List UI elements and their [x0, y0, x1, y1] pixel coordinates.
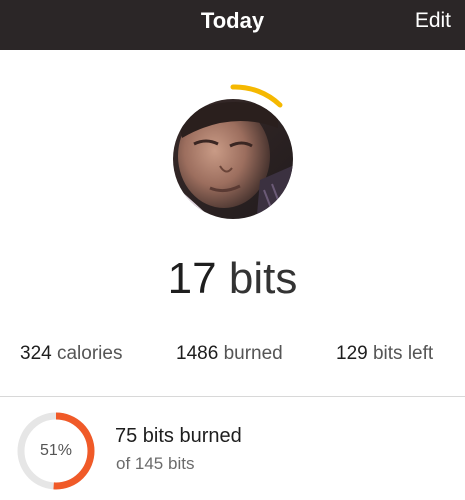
progress-ring: 51%: [15, 410, 97, 492]
bits-total: 17 bits: [0, 254, 465, 304]
stat-calories: 324 calories: [20, 341, 122, 367]
profile-avatar[interactable]: [160, 80, 306, 226]
burned-label: burned: [223, 343, 283, 364]
stats-row: 324 calories 1486 burned 129 bits left: [0, 341, 465, 367]
burn-progress-row[interactable]: 51% 75 bits burned of 145 bits: [0, 397, 465, 500]
stat-bits-left: 129 bits left: [336, 341, 433, 367]
bits-value: 17: [167, 254, 217, 303]
progress-percent: 51%: [39, 442, 73, 459]
burned-value: 1486: [176, 343, 219, 364]
burn-subtitle: of 145 bits: [116, 454, 195, 473]
stat-burned: 1486 burned: [176, 341, 283, 367]
bits-unit: bits: [228, 254, 298, 303]
burn-title: 75 bits burned: [115, 425, 242, 447]
calories-label: calories: [56, 343, 123, 364]
calories-value: 324: [20, 343, 52, 364]
top-navigation-bar: Today Edit: [0, 0, 465, 50]
avatar-photo: [173, 84, 293, 219]
edit-button[interactable]: Edit: [415, 0, 451, 44]
bits-left-value: 129: [336, 343, 368, 364]
page-title: Today: [200, 8, 265, 33]
bits-left-label: bits left: [372, 343, 434, 364]
